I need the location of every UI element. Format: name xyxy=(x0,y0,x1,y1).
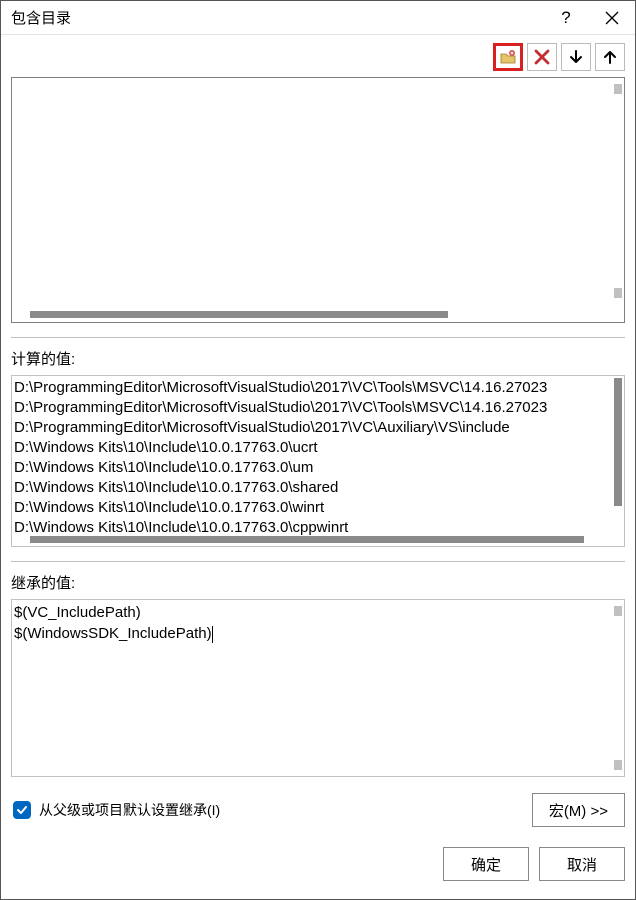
computed-values-label: 计算的值: xyxy=(11,348,625,369)
list-item: D:\Windows Kits\10\Include\10.0.17763.0\… xyxy=(14,438,624,458)
move-up-button[interactable] xyxy=(595,43,625,71)
list-item: D:\Windows Kits\10\Include\10.0.17763.0\… xyxy=(14,518,624,538)
close-button[interactable] xyxy=(589,1,635,35)
list-item: D:\ProgrammingEditor\MicrosoftVisualStud… xyxy=(14,378,624,398)
divider xyxy=(11,561,625,562)
computed-values-box[interactable]: D:\ProgrammingEditor\MicrosoftVisualStud… xyxy=(11,375,625,547)
list-item: D:\ProgrammingEditor\MicrosoftVisualStud… xyxy=(14,398,624,418)
list-item: $(VC_IncludePath) xyxy=(14,602,624,623)
macros-button[interactable]: 宏(M) >> xyxy=(532,793,625,827)
scrollbar-button[interactable] xyxy=(614,760,622,770)
move-down-button[interactable] xyxy=(561,43,591,71)
list-item: D:\Windows Kits\10\Include\10.0.17763.0\… xyxy=(14,458,624,478)
list-item: D:\ProgrammingEditor\MicrosoftVisualStud… xyxy=(14,418,624,438)
scrollbar-thumb[interactable] xyxy=(30,311,448,318)
titlebar: 包含目录 ? xyxy=(1,1,635,35)
checkbox-icon xyxy=(13,801,31,819)
text-cursor xyxy=(212,626,213,643)
dialog-title: 包含目录 xyxy=(11,7,71,28)
computed-values-list: D:\ProgrammingEditor\MicrosoftVisualStud… xyxy=(12,376,624,538)
list-item: D:\Windows Kits\10\Include\10.0.17763.0\… xyxy=(14,478,624,498)
list-toolbar xyxy=(11,43,625,71)
inherit-from-parent-checkbox[interactable]: 从父级或项目默认设置继承(I) xyxy=(13,800,220,820)
list-item: D:\Windows Kits\10\Include\10.0.17763.0\… xyxy=(14,498,624,518)
new-line-button[interactable] xyxy=(493,43,523,71)
list-item: $(WindowsSDK_IncludePath) xyxy=(14,623,624,644)
help-button[interactable]: ? xyxy=(543,1,589,35)
inherited-values-label: 继承的值: xyxy=(11,572,625,593)
scrollbar-thumb[interactable] xyxy=(30,536,584,543)
arrow-down-icon xyxy=(567,48,585,66)
new-folder-icon xyxy=(499,48,517,66)
scrollbar-thumb[interactable] xyxy=(614,288,622,298)
scrollbar-thumb[interactable] xyxy=(614,84,622,94)
close-icon xyxy=(605,11,619,25)
list-item-text: $(WindowsSDK_IncludePath) xyxy=(14,625,212,642)
scrollbar-thumb[interactable] xyxy=(614,378,622,506)
scrollbar-button[interactable] xyxy=(614,606,622,616)
delete-icon xyxy=(533,48,551,66)
ok-button[interactable]: 确定 xyxy=(443,847,529,881)
inherited-values-box[interactable]: $(VC_IncludePath) $(WindowsSDK_IncludePa… xyxy=(11,599,625,777)
arrow-up-icon xyxy=(601,48,619,66)
delete-line-button[interactable] xyxy=(527,43,557,71)
inherited-values-list: $(VC_IncludePath) $(WindowsSDK_IncludePa… xyxy=(12,600,624,644)
directories-editor[interactable] xyxy=(11,77,625,323)
inherit-checkbox-label: 从父级或项目默认设置继承(I) xyxy=(39,800,220,820)
divider xyxy=(11,337,625,338)
cancel-button[interactable]: 取消 xyxy=(539,847,625,881)
